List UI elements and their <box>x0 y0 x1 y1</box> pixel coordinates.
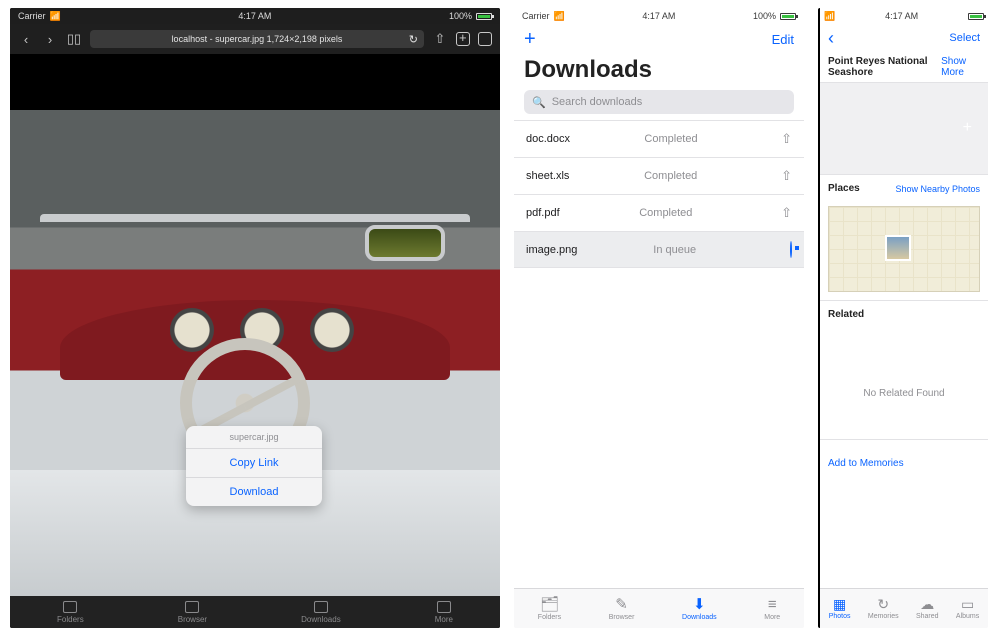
list-item[interactable]: doc.docx Completed ⇧ <box>514 121 804 158</box>
tab-browser[interactable]: ✎Browser <box>609 597 635 621</box>
tab-memories[interactable]: ↻Memories <box>868 597 899 620</box>
detail-title: Point Reyes National Seashore <box>828 56 941 78</box>
photos-panel: 📶 4:17 AM ‹ Select Point Reyes National … <box>818 8 988 628</box>
status-bar: Carrier 📶 4:17 AM 100% <box>10 8 500 24</box>
search-input[interactable]: 🔍 Search downloads <box>524 90 794 114</box>
places-map[interactable] <box>828 206 980 292</box>
browser-panel: Carrier 📶 4:17 AM 100% ‹ › ▯▯ localhost … <box>10 8 500 628</box>
search-placeholder: Search downloads <box>552 96 643 108</box>
list-item[interactable]: sheet.xls Completed ⇧ <box>514 158 804 195</box>
select-button[interactable]: Select <box>949 32 980 44</box>
status-bar: Carrier 📶 4:17 AM 100% <box>514 8 804 24</box>
related-label: Related <box>820 300 988 328</box>
battery-icon <box>476 13 492 20</box>
list-item[interactable]: pdf.pdf Completed ⇧ <box>514 195 804 232</box>
add-to-memories-button[interactable]: Add to Memories <box>820 439 988 487</box>
battery-icon <box>780 13 796 20</box>
clock-label: 4:17 AM <box>238 11 271 21</box>
context-menu: supercar.jpg Copy Link Download <box>186 426 322 506</box>
detail-header: Point Reyes National Seashore Show More <box>820 52 988 83</box>
carrier-label: Carrier <box>522 11 550 21</box>
tab-downloads[interactable]: Downloads <box>301 601 341 624</box>
wifi-icon: 📶 <box>50 11 61 22</box>
share-icon[interactable]: ⇧ <box>772 168 792 184</box>
tab-folders[interactable]: Folders <box>57 601 84 624</box>
wifi-icon: 📶 <box>824 11 835 22</box>
book-icon[interactable]: ▯▯ <box>66 31 82 47</box>
hero-banner[interactable]: + <box>820 83 988 175</box>
tab-more[interactable]: More <box>435 601 453 624</box>
forward-icon[interactable]: › <box>42 32 58 47</box>
show-more-link[interactable]: Show More <box>941 56 980 78</box>
back-button[interactable]: ‹ <box>828 28 834 49</box>
progress-icon[interactable] <box>772 242 792 257</box>
tab-browser[interactable]: Browser <box>178 601 207 624</box>
search-icon: 🔍 <box>532 96 546 109</box>
map-thumbnail[interactable] <box>885 235 911 261</box>
tab-shared[interactable]: ☁Shared <box>916 597 939 620</box>
image-viewport[interactable]: supercar.jpg Copy Link Download <box>10 54 500 596</box>
share-icon[interactable]: ⇧ <box>432 31 448 47</box>
url-bar[interactable]: localhost - supercar.jpg 1,724×2,198 pix… <box>90 30 424 48</box>
share-icon[interactable]: ⇧ <box>772 205 792 221</box>
list-item[interactable]: image.png In queue <box>514 232 804 268</box>
context-copy-link[interactable]: Copy Link <box>186 449 322 478</box>
wifi-icon: 📶 <box>554 11 565 22</box>
tab-photos[interactable]: ▦Photos <box>829 597 851 620</box>
url-text: localhost - supercar.jpg 1,724×2,198 pix… <box>172 34 343 44</box>
no-related-text: No Related Found <box>820 328 988 439</box>
add-button[interactable]: + <box>524 28 536 51</box>
nearby-photos-link[interactable]: Show Nearby Photos <box>895 184 980 194</box>
photos-navbar: ‹ Select <box>820 24 988 52</box>
edit-button[interactable]: Edit <box>772 32 794 47</box>
battery-label: 100% <box>753 11 776 21</box>
downloads-panel: Carrier 📶 4:17 AM 100% + Edit Downloads … <box>514 8 804 628</box>
places-label: Places <box>828 175 860 202</box>
tab-more[interactable]: ≡More <box>764 597 780 621</box>
tabs-icon[interactable] <box>478 32 492 46</box>
reload-icon[interactable]: ↻ <box>409 33 418 46</box>
carrier-label: Carrier <box>18 11 46 21</box>
plus-icon: + <box>963 119 972 137</box>
battery-label: 100% <box>449 11 472 21</box>
downloads-list: doc.docx Completed ⇧ sheet.xls Completed… <box>514 120 804 268</box>
tab-folders[interactable]: 🗂Folders <box>538 597 561 621</box>
browser-toolbar: ‹ › ▯▯ localhost - supercar.jpg 1,724×2,… <box>10 24 500 54</box>
photos-tabbar: ▦Photos ↻Memories ☁Shared ▭Albums <box>820 588 988 628</box>
clock-label: 4:17 AM <box>642 11 675 21</box>
battery-icon <box>968 13 984 20</box>
context-menu-header: supercar.jpg <box>186 426 322 449</box>
page-title: Downloads <box>514 54 804 90</box>
new-tab-icon[interactable] <box>456 32 470 46</box>
tab-albums[interactable]: ▭Albums <box>956 597 979 620</box>
context-download[interactable]: Download <box>186 478 322 506</box>
downloads-tabbar: 🗂Folders ✎Browser ⬇Downloads ≡More <box>514 588 804 628</box>
tab-downloads[interactable]: ⬇Downloads <box>682 597 717 621</box>
share-icon[interactable]: ⇧ <box>772 131 792 147</box>
downloads-navbar: + Edit <box>514 24 804 54</box>
browser-tabbar: Folders Browser Downloads More <box>10 596 500 628</box>
clock-label: 4:17 AM <box>885 11 918 21</box>
status-bar: 📶 4:17 AM <box>820 8 988 24</box>
back-icon[interactable]: ‹ <box>18 32 34 47</box>
